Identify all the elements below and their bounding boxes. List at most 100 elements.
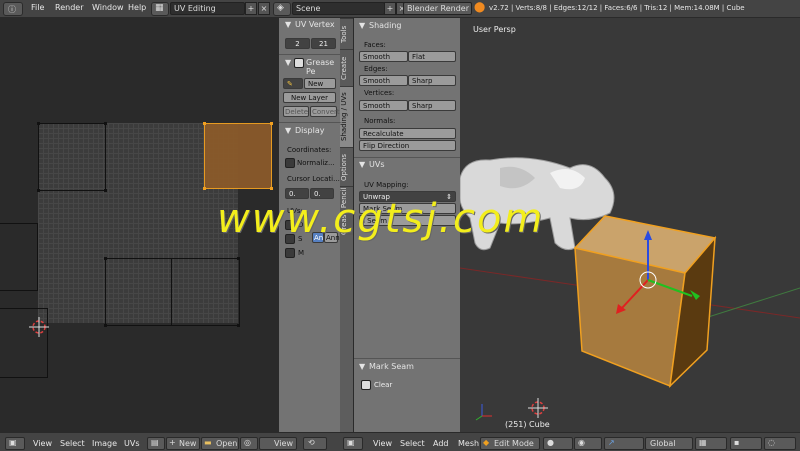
tab-options[interactable]: Options (340, 147, 353, 186)
plus-icon: + (247, 4, 255, 13)
menu-help[interactable]: Help (128, 3, 146, 12)
uv-editor-type-button[interactable]: ▣ (5, 437, 25, 450)
edges-label: Edges: (364, 65, 388, 73)
select-mode-buttons[interactable]: ▪ (730, 437, 762, 450)
3d-cursor-icon[interactable] (528, 398, 548, 418)
uv-vertex-selected[interactable] (203, 122, 206, 125)
menu-window[interactable]: Window (92, 3, 124, 12)
edit-mode-dropdown[interactable]: ◆ Edit Mode (480, 437, 540, 450)
uv-vertex[interactable] (104, 257, 107, 260)
new-layer-button[interactable]: New Layer (283, 92, 336, 103)
faces-flat-button[interactable]: Flat (408, 51, 456, 62)
flip-direction-button[interactable]: Flip Direction (359, 140, 456, 151)
screen-layout-field[interactable]: UV Editing (170, 2, 245, 15)
uv-menu-view[interactable]: View (33, 439, 52, 448)
uv-island[interactable] (105, 258, 172, 326)
add-layout-button[interactable]: + (245, 2, 257, 15)
new-gpencil-button[interactable]: New (304, 78, 336, 89)
uv-menu-image[interactable]: Image (92, 439, 117, 448)
tab-tools[interactable]: Tools (340, 18, 353, 49)
menu-render[interactable]: Render (55, 3, 83, 12)
remove-layout-button[interactable]: × (258, 2, 270, 15)
pencil-icon-button[interactable]: ✎ (283, 78, 303, 89)
uv-vertex-x-field[interactable]: 2 (285, 38, 310, 49)
3d-menu-view[interactable]: View (373, 439, 392, 448)
uv-vertex-selected[interactable] (270, 187, 273, 190)
layout-icon-button[interactable]: ▦ (151, 2, 169, 16)
clear-checkbox[interactable] (361, 380, 371, 390)
edges-smooth-button[interactable]: Smooth (359, 75, 408, 86)
uv-menu-uvs[interactable]: UVs (124, 439, 140, 448)
uv-island[interactable] (0, 223, 38, 291)
orientation-dropdown[interactable]: Global (645, 437, 693, 450)
scene-icon-button[interactable]: ◈ (273, 2, 291, 16)
render-engine-dropdown[interactable]: Blender Render (403, 2, 472, 15)
open-image-button[interactable]: ▬ Open (201, 437, 239, 450)
grease-expand-icon[interactable]: ▼ (285, 58, 291, 67)
coordinates-label: Coordinates: (287, 146, 332, 154)
pivot-button[interactable]: ◎ (240, 437, 258, 450)
vertices-smooth-button[interactable]: Smooth (359, 100, 408, 111)
display-expand-icon[interactable]: ▼ (285, 126, 291, 135)
smooth-label: Smooth (363, 102, 391, 110)
add-scene-button[interactable]: + (384, 2, 396, 15)
2d-cursor-icon[interactable] (28, 316, 50, 338)
divider (354, 157, 461, 158)
grease-pencil-checkbox[interactable] (294, 58, 304, 68)
tab-shading-uvs[interactable]: Shading / UVs (340, 86, 353, 147)
pencil-icon: ✎ (287, 80, 293, 88)
editor-type-info-button[interactable]: ⓘ (3, 2, 23, 16)
uv-menu-select[interactable]: Select (60, 439, 85, 448)
orientation-label: Global (650, 439, 676, 448)
edges-sharp-button[interactable]: Sharp (408, 75, 456, 86)
uv-option-checkbox[interactable] (285, 248, 295, 258)
uv-vertex-y-field[interactable]: 21 (311, 38, 336, 49)
pivot-point-dropdown[interactable]: ◉ (574, 437, 602, 450)
layers-grid[interactable]: ▦ (695, 437, 727, 450)
scene-field[interactable]: Scene (292, 2, 385, 15)
uv-vertex[interactable] (104, 122, 107, 125)
sync-button[interactable]: ⟲ (303, 437, 327, 450)
pivot-point-icon: ◉ (578, 438, 585, 447)
3d-menu-mesh[interactable]: Mesh (458, 439, 479, 448)
new-image-button[interactable]: + New (166, 437, 200, 450)
uv-vertex-y-value: 21 (319, 40, 328, 48)
layers-icon: ▦ (699, 438, 707, 447)
proportional-edit-button[interactable]: ◌ (764, 437, 796, 450)
uv-vertex[interactable] (237, 324, 240, 327)
cube-mesh[interactable] (573, 215, 717, 389)
flip-direction-label: Flip Direction (363, 142, 410, 150)
vertices-sharp-button[interactable]: Sharp (408, 100, 456, 111)
close-icon: × (260, 4, 268, 13)
uv-vertex-selected[interactable] (203, 187, 206, 190)
stats-text: v2.72 | Verts:8/8 | Edges:12/12 | Faces:… (489, 4, 745, 12)
normalize-checkbox[interactable] (285, 158, 295, 168)
tab-create[interactable]: Create (340, 49, 353, 86)
faces-smooth-button[interactable]: Smooth (359, 51, 408, 62)
recalculate-button[interactable]: Recalculate (359, 128, 456, 139)
shading-expand-icon[interactable]: ▼ (359, 21, 365, 30)
3d-menu-select[interactable]: Select (400, 439, 425, 448)
3d-editor-type-button[interactable]: ▣ (343, 437, 363, 450)
uv-vertex-expand-icon[interactable]: ▼ (285, 20, 291, 29)
uvs-expand-icon[interactable]: ▼ (359, 160, 365, 169)
uv-vertex[interactable] (37, 122, 40, 125)
operator-expand-icon[interactable]: ▼ (359, 362, 365, 371)
uv-vertex[interactable] (237, 257, 240, 260)
manipulator-toggles[interactable]: ↗ (604, 437, 644, 450)
image-browse-button[interactable]: ▤ (147, 437, 165, 450)
uv-vertex-selected[interactable] (270, 122, 273, 125)
view-mode-dropdown[interactable]: View (259, 437, 297, 450)
uv-vertex[interactable] (104, 324, 107, 327)
uv-island[interactable] (38, 123, 106, 191)
shading-mode-dropdown[interactable]: ● (543, 437, 573, 450)
object-info-label: (251) Cube (505, 420, 550, 429)
uv-mapping-label: UV Mapping: (364, 181, 409, 189)
convert-button[interactable]: Convert (310, 106, 340, 117)
uv-vertex[interactable] (37, 189, 40, 192)
menu-file[interactable]: File (31, 3, 44, 12)
uv-island-selected[interactable] (204, 123, 272, 189)
delete-button[interactable]: Delete (283, 106, 309, 117)
uv-vertex[interactable] (104, 189, 107, 192)
3d-menu-add[interactable]: Add (433, 439, 449, 448)
